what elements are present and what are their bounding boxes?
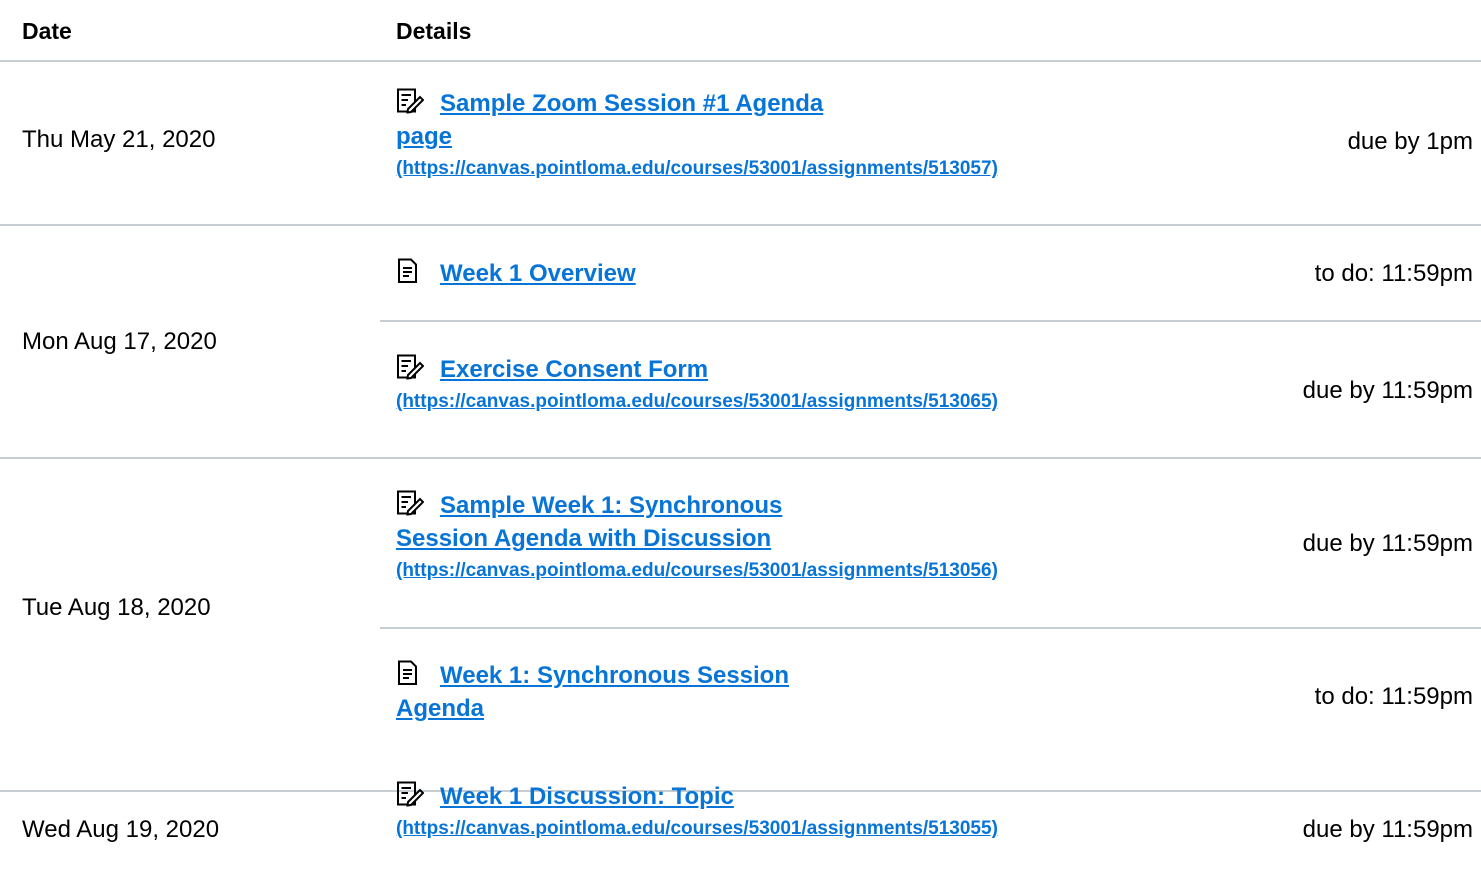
date-cell: Mon Aug 17, 2020 [22,328,217,355]
list-item: Sample Zoom Session #1 Agenda page (https… [380,62,1481,224]
due-cell: to do: 11:59pm [1314,683,1473,710]
assignment-link[interactable]: Exercise Consent Form [440,356,708,383]
page-link[interactable]: Week 1: Synchronous Session [440,662,789,689]
due-cell: due by 11:59pm [1302,530,1473,557]
assignment-link-cont[interactable]: page [396,123,452,150]
date-group: Tue Aug 18, 2020 Sample Week 1: Synchron… [0,459,1481,792]
due-cell: due by 11:59pm [1302,377,1473,404]
due-cell: due by 1pm [1347,128,1473,155]
assignment-link[interactable]: Sample Zoom Session #1 Agenda [440,90,823,117]
assignment-icon [396,354,424,380]
date-cell: Wed Aug 19, 2020 [22,816,220,843]
assignment-icon [396,490,424,516]
due-cell: to do: 11:59pm [1314,260,1473,287]
date-group: Mon Aug 17, 2020 Week 1 Overview to do: … [0,226,1481,459]
list-item: Week 1: Synchronous Session Agenda to do:… [380,629,1481,790]
page-icon [396,660,424,686]
assignment-url[interactable]: (https://canvas.pointloma.edu/courses/53… [396,560,998,581]
list-item: Week 1 Discussion: Topic (https://canvas… [380,781,1481,882]
list-item: Exercise Consent Form (https://canvas.po… [380,322,1481,457]
list-item: Sample Week 1: Synchronous Session Agenda… [380,459,1481,629]
header-date: Date [22,18,72,44]
assignment-link-cont[interactable]: Session Agenda with Discussion [396,525,771,552]
date-cell: Tue Aug 18, 2020 [22,594,211,621]
assignment-url[interactable]: (https://canvas.pointloma.edu/courses/53… [396,818,998,839]
date-cell: Thu May 21, 2020 [22,126,216,153]
assignment-url[interactable]: (https://canvas.pointloma.edu/courses/53… [396,391,998,412]
page-link-cont[interactable]: Agenda [396,695,484,722]
assignment-url[interactable]: (https://canvas.pointloma.edu/courses/53… [396,158,998,179]
list-item: Week 1 Overview to do: 11:59pm [380,226,1481,322]
due-cell: due by 11:59pm [1302,816,1473,843]
assignment-link[interactable]: Week 1 Discussion: Topic [440,783,734,810]
assignment-icon [396,781,424,807]
assignment-icon [396,88,424,114]
date-group: Wed Aug 19, 2020 Week 1 Discussion: Topi… [0,781,1481,882]
page-icon [396,258,424,284]
header-details: Details [396,18,472,44]
date-group: Thu May 21, 2020 Sample Zoom Session #1 … [0,62,1481,226]
table-header: Date Details [0,0,1481,62]
page-link[interactable]: Week 1 Overview [440,260,636,287]
assignment-link[interactable]: Sample Week 1: Synchronous [440,492,782,519]
